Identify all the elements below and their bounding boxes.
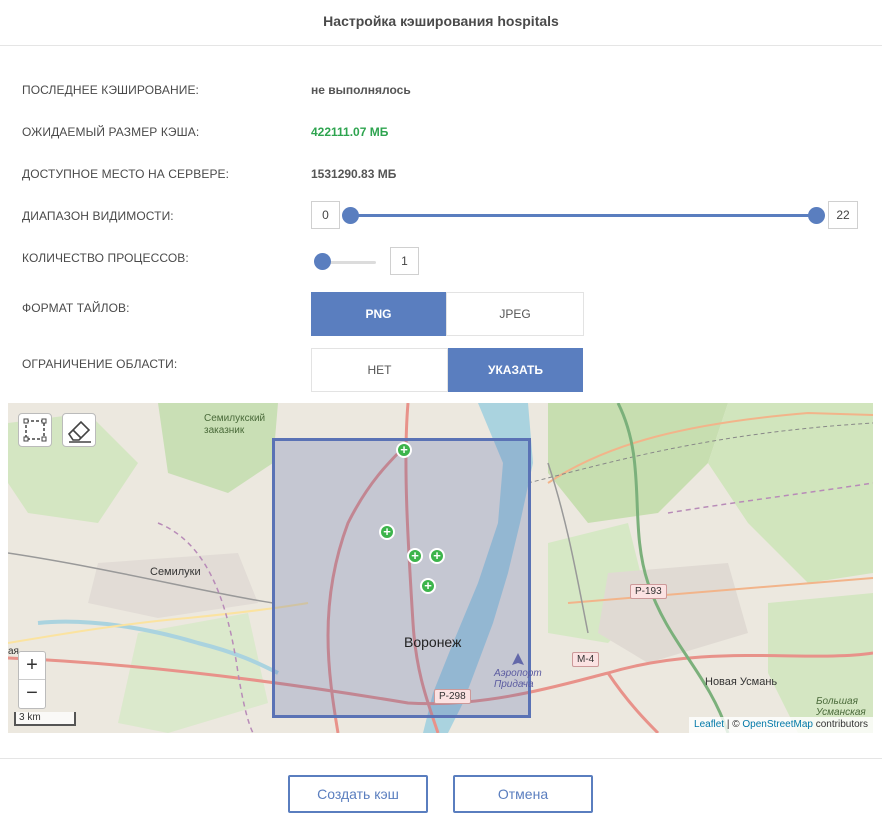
cache-area-rectangle[interactable]: [272, 438, 531, 718]
attribution-separator: | ©: [724, 719, 743, 730]
map-label-voronezh: Воронеж: [404, 634, 462, 650]
osm-link[interactable]: OpenStreetMap: [742, 719, 813, 730]
zoom-control: + −: [18, 651, 46, 709]
processes-label: КОЛИЧЕСТВО ПРОЦЕССОВ:: [22, 251, 189, 265]
visibility-range-label: ДИАПАЗОН ВИДИМОСТИ:: [22, 209, 174, 223]
leaflet-link[interactable]: Leaflet: [694, 719, 724, 730]
processes-input[interactable]: 1: [390, 247, 419, 275]
dialog-header: Настройка кэширования hospitals: [0, 0, 882, 46]
dialog-footer: Создать кэш Отмена: [0, 758, 882, 820]
map-scale: 3 km: [14, 712, 76, 726]
area-limit-specify-option[interactable]: УКАЗАТЬ: [448, 348, 583, 392]
hospital-marker-icon[interactable]: +: [407, 548, 423, 564]
zoom-out-button[interactable]: −: [19, 680, 45, 708]
map-view[interactable]: + + + + + Семилукский заказник Семилуки …: [8, 403, 873, 733]
attribution-suffix: contributors: [812, 719, 868, 730]
free-space-label: ДОСТУПНОЕ МЕСТО НА СЕРВЕРЕ:: [22, 167, 230, 181]
visibility-max-input[interactable]: 22: [828, 201, 858, 229]
hospital-marker-icon[interactable]: +: [420, 578, 436, 594]
visibility-min-input[interactable]: 0: [311, 201, 340, 229]
eraser-glyph-icon: [67, 420, 91, 443]
map-label-airport: Аэропорт Придача: [494, 668, 542, 690]
road-shield-r298: Р-298: [434, 689, 471, 704]
dialog-title: Настройка кэширования hospitals: [323, 13, 559, 29]
road-shield-m4: М-4: [572, 652, 600, 667]
map-label-bolshaya-usmanka: Большая Усманская: [816, 696, 866, 718]
map-label-reserve: Семилукский заказник: [204, 413, 266, 436]
hospital-marker-icon[interactable]: +: [396, 442, 412, 458]
last-cache-value: не выполнялось: [311, 83, 411, 97]
hospital-marker-icon[interactable]: +: [429, 548, 445, 564]
draw-rectangle-icon[interactable]: [18, 413, 52, 447]
map-label-semiluki: Семилуки: [150, 566, 201, 578]
free-space-value: 1531290.83 МБ: [311, 167, 397, 181]
visibility-min-handle[interactable]: [342, 207, 359, 224]
tile-format-label: ФОРМАТ ТАЙЛОВ:: [22, 301, 130, 315]
visibility-range-track[interactable]: [351, 214, 817, 217]
rectangle-select-icon: [23, 418, 47, 442]
map-attribution: Leaflet | © OpenStreetMap contributors: [689, 717, 873, 733]
create-cache-button[interactable]: Создать кэш: [288, 775, 428, 813]
processes-handle[interactable]: [314, 253, 331, 270]
visibility-max-handle[interactable]: [808, 207, 825, 224]
cancel-button[interactable]: Отмена: [453, 775, 593, 813]
zoom-in-button[interactable]: +: [19, 652, 45, 680]
road-shield-r193: Р-193: [630, 584, 667, 599]
expected-size-value: 422111.07 МБ: [311, 125, 389, 139]
area-limit-none-option[interactable]: НЕТ: [311, 348, 448, 392]
map-label-new-usman: Новая Усмань: [705, 676, 778, 688]
area-limit-label: ОГРАНИЧЕНИЕ ОБЛАСТИ:: [22, 357, 178, 371]
eraser-icon[interactable]: [62, 413, 96, 447]
expected-size-label: ОЖИДАЕМЫЙ РАЗМЕР КЭША:: [22, 125, 200, 139]
tile-format-jpeg-option[interactable]: JPEG: [446, 292, 584, 336]
hospital-marker-icon[interactable]: +: [379, 524, 395, 540]
last-cache-label: ПОСЛЕДНЕЕ КЭШИРОВАНИЕ:: [22, 83, 199, 97]
tile-format-png-option[interactable]: PNG: [311, 292, 446, 336]
